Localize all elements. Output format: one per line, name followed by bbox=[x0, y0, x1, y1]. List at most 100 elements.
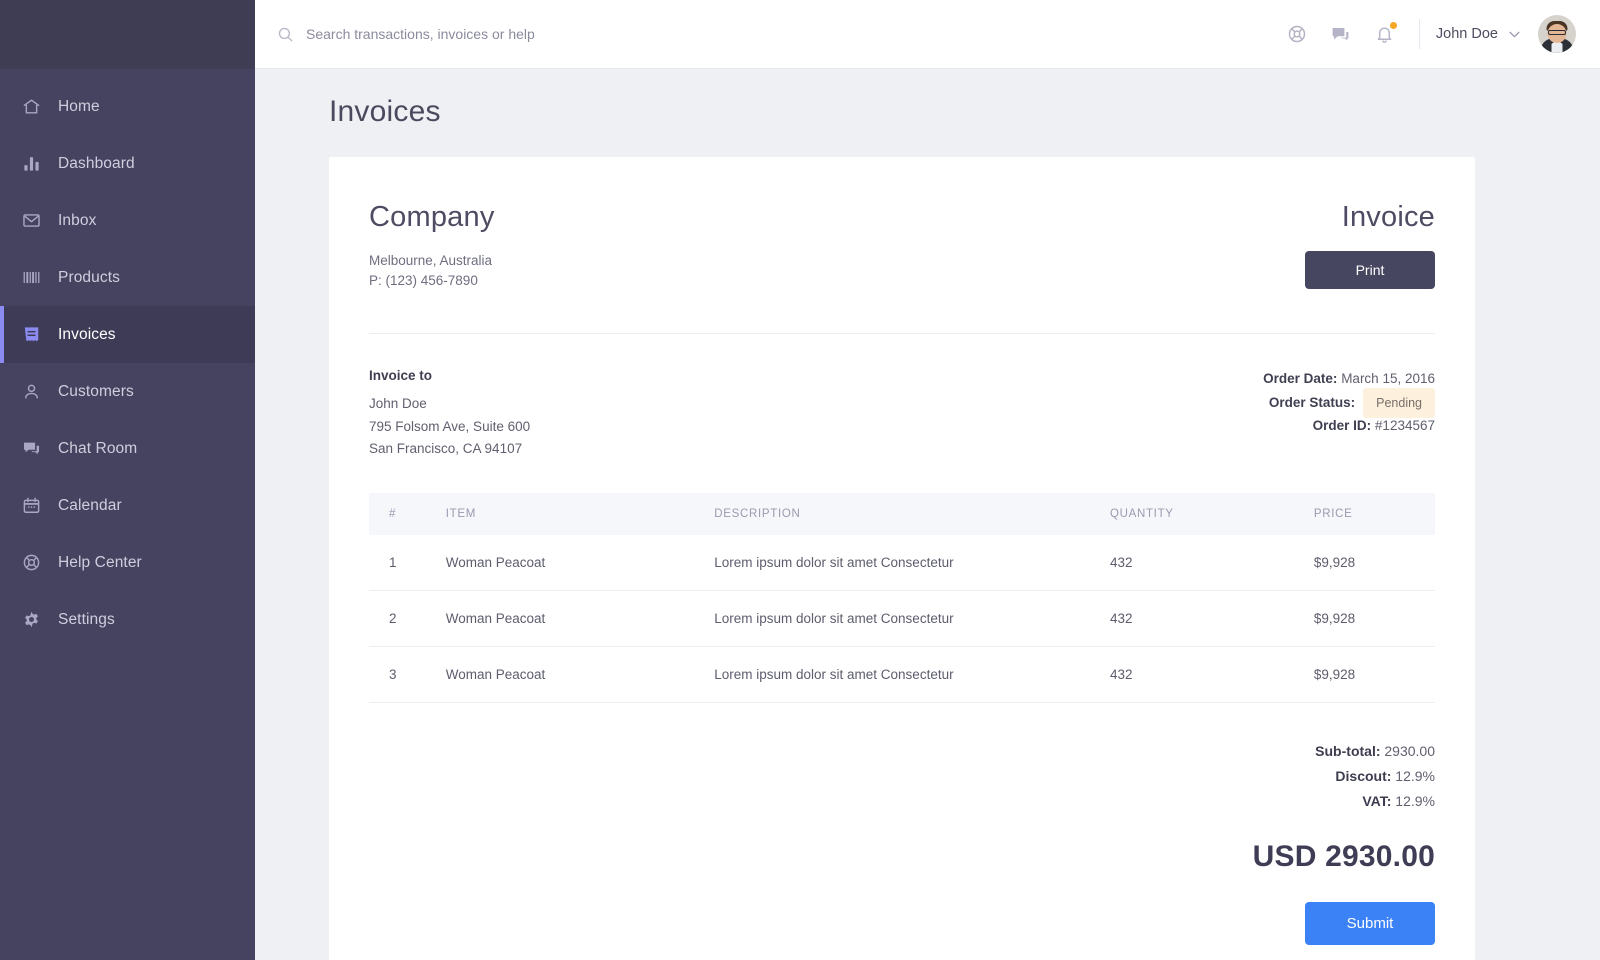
bill-to-street: 795 Folsom Ave, Suite 600 bbox=[369, 416, 530, 439]
avatar-glasses bbox=[1548, 30, 1566, 35]
topbar-actions: John Doe bbox=[1275, 12, 1576, 56]
search-icon bbox=[277, 26, 294, 43]
sidebar-item-help-center[interactable]: Help Center bbox=[0, 534, 255, 591]
billing-row: Invoice to John Doe 795 Folsom Ave, Suit… bbox=[369, 368, 1435, 461]
col-description: DESCRIPTION bbox=[714, 493, 1110, 535]
sidebar-item-label: Invoices bbox=[58, 326, 116, 344]
user-icon bbox=[22, 382, 52, 402]
order-id-row: Order ID: #1234567 bbox=[1263, 415, 1435, 438]
cell-price: $9,928 bbox=[1314, 646, 1435, 702]
cell-quantity: 432 bbox=[1110, 535, 1314, 591]
subtotal-row: Sub-total: 2930.00 bbox=[369, 739, 1435, 764]
cell-quantity: 432 bbox=[1110, 646, 1314, 702]
invoice-table: # ITEM DESCRIPTION QUANTITY PRICE 1 Woma… bbox=[369, 493, 1435, 703]
bell-icon[interactable] bbox=[1363, 12, 1407, 56]
submit-button[interactable]: Submit bbox=[1305, 902, 1435, 945]
search-input[interactable] bbox=[306, 26, 726, 42]
invoice-card: Company Melbourne, Australia P: (123) 45… bbox=[329, 157, 1475, 960]
company-meta: Melbourne, Australia P: (123) 456-7890 bbox=[369, 251, 495, 291]
order-date-label: Order Date: bbox=[1263, 368, 1337, 391]
discount-value: 12.9% bbox=[1395, 768, 1435, 784]
sidebar-item-products[interactable]: Products bbox=[0, 249, 255, 306]
sidebar-item-invoices[interactable]: Invoices bbox=[0, 306, 255, 363]
page-title: Invoices bbox=[329, 95, 1475, 129]
user-name: John Doe bbox=[1436, 26, 1498, 42]
vat-value: 12.9% bbox=[1395, 793, 1435, 809]
sidebar-item-calendar[interactable]: Calendar bbox=[0, 477, 255, 534]
sidebar-item-inbox[interactable]: Inbox bbox=[0, 192, 255, 249]
sidebar-item-label: Inbox bbox=[58, 212, 96, 230]
table-header-row: # ITEM DESCRIPTION QUANTITY PRICE bbox=[369, 493, 1435, 535]
gear-icon bbox=[22, 610, 52, 630]
discount-row: Discout: 12.9% bbox=[369, 764, 1435, 789]
status-badge: Pending bbox=[1363, 388, 1435, 419]
order-status-row: Order Status: Pending bbox=[1263, 392, 1435, 415]
company-phone: P: (123) 456-7890 bbox=[369, 271, 495, 291]
sidebar-item-label: Chat Room bbox=[58, 440, 137, 458]
bill-to-city: San Francisco, CA 94107 bbox=[369, 438, 530, 461]
invoice-header: Company Melbourne, Australia P: (123) 45… bbox=[369, 201, 1435, 291]
bill-to-name: John Doe bbox=[369, 393, 530, 416]
sidebar-item-dashboard[interactable]: Dashboard bbox=[0, 135, 255, 192]
cell-item: Woman Peacoat bbox=[446, 590, 715, 646]
content-area: Invoices Company Melbourne, Australia P:… bbox=[255, 69, 1600, 960]
bill-to-title: Invoice to bbox=[369, 368, 530, 383]
cell-item: Woman Peacoat bbox=[446, 646, 715, 702]
cell-number: 3 bbox=[369, 646, 446, 702]
col-price: PRICE bbox=[1314, 493, 1435, 535]
topbar-divider bbox=[1419, 19, 1420, 49]
home-icon bbox=[22, 97, 52, 117]
company-block: Company Melbourne, Australia P: (123) 45… bbox=[369, 201, 495, 291]
company-address: Melbourne, Australia bbox=[369, 251, 495, 271]
company-name: Company bbox=[369, 201, 495, 234]
sidebar-item-settings[interactable]: Settings bbox=[0, 591, 255, 648]
sidebar-item-label: Calendar bbox=[58, 497, 122, 515]
bar-chart-icon bbox=[22, 154, 52, 174]
discount-label: Discout: bbox=[1335, 768, 1391, 784]
print-button[interactable]: Print bbox=[1305, 251, 1435, 289]
avatar[interactable] bbox=[1538, 15, 1576, 53]
table-row: 2 Woman Peacoat Lorem ipsum dolor sit am… bbox=[369, 590, 1435, 646]
sidebar-nav: Home Dashboard Inbox Products bbox=[0, 69, 255, 960]
sidebar-item-label: Settings bbox=[58, 611, 115, 629]
chat-bubble-icon[interactable] bbox=[1319, 12, 1363, 56]
cell-number: 2 bbox=[369, 590, 446, 646]
sidebar-item-label: Help Center bbox=[58, 554, 142, 572]
sidebar-item-label: Products bbox=[58, 269, 120, 287]
sidebar-item-customers[interactable]: Customers bbox=[0, 363, 255, 420]
submit-area: Submit bbox=[369, 902, 1435, 945]
calendar-icon bbox=[22, 496, 52, 516]
sidebar-item-label: Dashboard bbox=[58, 155, 135, 173]
sidebar-logo-area bbox=[0, 0, 255, 69]
cell-description: Lorem ipsum dolor sit amet Consectetur bbox=[714, 646, 1110, 702]
bill-to-block: Invoice to John Doe 795 Folsom Ave, Suit… bbox=[369, 368, 530, 461]
order-id-value: #1234567 bbox=[1375, 415, 1435, 438]
sidebar-item-chat-room[interactable]: Chat Room bbox=[0, 420, 255, 477]
main-area: John Doe Invoices Company bbox=[255, 0, 1600, 960]
chat-bubbles-icon bbox=[22, 439, 52, 459]
cell-price: $9,928 bbox=[1314, 590, 1435, 646]
table-row: 1 Woman Peacoat Lorem ipsum dolor sit am… bbox=[369, 535, 1435, 591]
subtotal-value: 2930.00 bbox=[1384, 743, 1435, 759]
barcode-icon bbox=[22, 268, 52, 288]
invoice-heading: Invoice bbox=[1305, 201, 1435, 234]
col-number: # bbox=[369, 493, 446, 535]
sidebar-item-label: Customers bbox=[58, 383, 134, 401]
col-quantity: QUANTITY bbox=[1110, 493, 1314, 535]
vat-row: VAT: 12.9% bbox=[369, 789, 1435, 814]
sidebar-item-home[interactable]: Home bbox=[0, 78, 255, 135]
table-head: # ITEM DESCRIPTION QUANTITY PRICE bbox=[369, 493, 1435, 535]
cell-item: Woman Peacoat bbox=[446, 535, 715, 591]
sidebar-item-label: Home bbox=[58, 98, 100, 116]
subtotal-label: Sub-total: bbox=[1315, 743, 1380, 759]
chevron-down-icon[interactable] bbox=[1507, 27, 1522, 42]
vat-label: VAT: bbox=[1362, 793, 1391, 809]
order-meta: Order Date: March 15, 2016 Order Status:… bbox=[1263, 368, 1435, 461]
cell-description: Lorem ipsum dolor sit amet Consectetur bbox=[714, 535, 1110, 591]
search-bar[interactable] bbox=[277, 26, 1275, 43]
totals-block: Sub-total: 2930.00 Discout: 12.9% VAT: 1… bbox=[369, 739, 1435, 814]
help-icon[interactable] bbox=[1275, 12, 1319, 56]
cell-quantity: 432 bbox=[1110, 590, 1314, 646]
app-root: Home Dashboard Inbox Products bbox=[0, 0, 1600, 960]
sidebar: Home Dashboard Inbox Products bbox=[0, 0, 255, 960]
